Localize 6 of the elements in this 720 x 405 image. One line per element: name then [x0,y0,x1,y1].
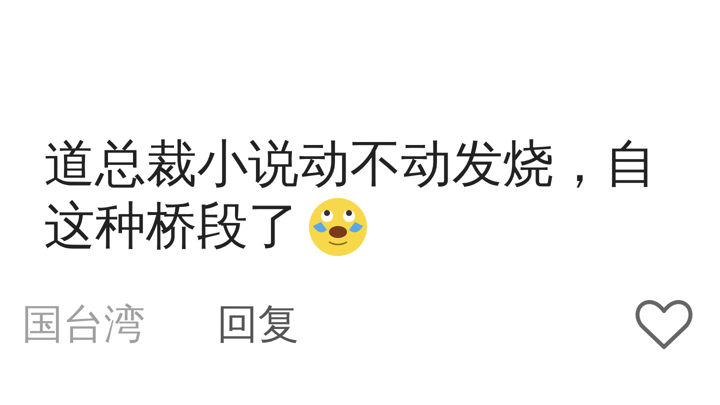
heart-icon[interactable] [634,298,694,351]
comment-text: 道总裁小说动不动发烧，自 [44,134,657,196]
comment-text: 这种桥段了 [44,196,299,258]
location-label: 国台湾 [22,299,145,350]
tearful-smiley-icon [307,196,369,258]
reply-button[interactable]: 回复 [217,294,299,356]
